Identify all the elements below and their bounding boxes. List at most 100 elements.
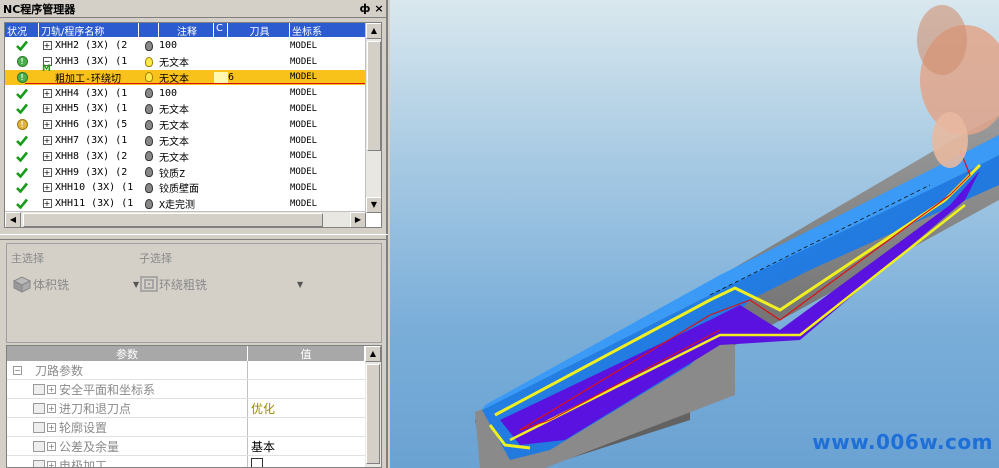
lightbulb-icon[interactable]: [139, 72, 159, 83]
scroll-right-icon[interactable]: ▶: [350, 212, 366, 227]
col-coord[interactable]: 坐标系: [290, 23, 366, 37]
lightbulb-icon[interactable]: [139, 151, 159, 162]
tree-row[interactable]: + XHH8 (3X) (2 无文本 MODEL: [5, 149, 366, 165]
param-row[interactable]: + 电极加工: [7, 456, 381, 468]
expand-toggle-icon[interactable]: +: [39, 151, 55, 161]
expand-toggle-icon[interactable]: +: [39, 41, 55, 51]
expand-toggle-icon[interactable]: +: [39, 88, 55, 98]
expand-icon[interactable]: +: [47, 384, 56, 394]
expand-icon[interactable]: +: [47, 460, 56, 467]
row-coord: MODEL: [290, 167, 318, 178]
tree-header: 状况 刀轨/程序名称 注释 C 刀具 坐标系: [5, 23, 366, 37]
param-scroll-thumb[interactable]: [366, 364, 380, 464]
expand-toggle-icon[interactable]: +: [39, 167, 55, 177]
tree-row[interactable]: + XHH10 (3X) (1 铰质壁面 MODEL: [5, 180, 366, 196]
sub-selection-value: 环绕粗铣: [159, 277, 208, 292]
param-row[interactable]: + 进刀和退刀点 优化: [7, 399, 381, 418]
param-group-icon: [33, 459, 45, 467]
row-coord: MODEL: [290, 119, 318, 130]
tree-row[interactable]: + XHH11 (3X) (1 X走完测 MODEL: [5, 196, 366, 212]
expand-toggle-icon[interactable]: +: [39, 136, 55, 146]
param-row[interactable]: + 安全平面和坐标系: [7, 380, 381, 399]
value-col-header: 值: [248, 346, 365, 361]
row-tool: 6: [228, 71, 235, 83]
checkbox[interactable]: [251, 457, 263, 467]
3d-viewport[interactable]: www.006w.com: [390, 0, 999, 468]
expand-icon[interactable]: +: [47, 441, 56, 451]
param-scrollbar[interactable]: ▲: [365, 346, 381, 467]
lightbulb-icon[interactable]: [139, 167, 159, 178]
param-row[interactable]: + 公差及余量 基本: [7, 437, 381, 456]
panel-splitter[interactable]: [0, 234, 388, 240]
collapse-icon[interactable]: −: [13, 365, 22, 375]
scroll-down-icon[interactable]: ▼: [366, 197, 381, 213]
tree-row[interactable]: + XHH7 (3X) (1 无文本 MODEL: [5, 133, 366, 149]
param-value[interactable]: 基本: [248, 438, 381, 455]
main-selection-label: 主选择: [11, 252, 44, 265]
lightbulb-icon[interactable]: [139, 103, 159, 114]
expand-icon[interactable]: +: [47, 422, 56, 432]
param-key: + 安全平面和坐标系: [7, 380, 248, 398]
tree-row[interactable]: + XHH9 (3X) (2 铰质Z MODEL: [5, 164, 366, 180]
param-value[interactable]: 优化: [248, 400, 381, 417]
tree-row[interactable]: + XHH2 (3X) (2 100 MODEL: [5, 38, 366, 54]
col-name[interactable]: 刀轨/程序名称: [39, 23, 139, 37]
param-label: 安全平面和坐标系: [59, 382, 156, 397]
param-rows: − 刀路参数 + 安全平面和坐标系 + 进刀和退刀点 优化 + 轮廓设置 + 公差及余量 基本 + 电极加…: [7, 361, 381, 468]
param-label: 电极加工: [59, 458, 108, 468]
program-tree: 状况 刀轨/程序名称 注释 C 刀具 坐标系 + XHH2 (3X) (2 100 M…: [4, 22, 382, 228]
param-row[interactable]: − 刀路参数: [7, 361, 381, 380]
close-icon[interactable]: ×: [372, 2, 386, 15]
tree-row[interactable]: ! − XHH3 (3X) (1 无文本 MODEL: [5, 54, 366, 70]
lightbulb-icon[interactable]: [139, 56, 159, 67]
row-coord: MODEL: [290, 182, 318, 193]
scroll-left-icon[interactable]: ◀: [5, 212, 21, 227]
row-name: XHH4 (3X) (1: [55, 87, 128, 99]
volume-mill-icon: [12, 276, 32, 293]
col-tool[interactable]: 刀具: [228, 23, 290, 37]
col-note[interactable]: 注释: [159, 23, 214, 37]
scroll-up-icon[interactable]: ▲: [365, 346, 381, 362]
param-row[interactable]: + 轮廓设置: [7, 418, 381, 437]
lightbulb-icon[interactable]: [139, 198, 159, 209]
expand-toggle-icon[interactable]: +: [39, 104, 55, 114]
param-group-icon: [33, 421, 45, 433]
col-status[interactable]: 状况: [5, 23, 39, 37]
warning-icon: !: [5, 119, 39, 131]
scroll-up-icon[interactable]: ▲: [366, 23, 381, 39]
chevron-down-icon[interactable]: ▼: [297, 280, 303, 289]
warning-icon: !: [5, 56, 39, 68]
scroll-thumb[interactable]: [367, 41, 381, 151]
row-coord: MODEL: [290, 88, 318, 99]
param-value[interactable]: [248, 457, 381, 467]
lightbulb-icon[interactable]: [139, 88, 159, 99]
col-bulb[interactable]: [139, 23, 159, 37]
tree-row[interactable]: ! 粗加工-环绕切 无文本 6 MODEL M: [5, 64, 366, 86]
row-note: 铰质Z: [159, 168, 186, 180]
lightbulb-icon[interactable]: [139, 119, 159, 130]
param-col-header: 参数: [7, 346, 248, 361]
col-c[interactable]: C: [214, 23, 228, 37]
tree-row[interactable]: ! + XHH6 (3X) (5 无文本 MODEL: [5, 117, 366, 133]
expand-toggle-icon[interactable]: +: [39, 120, 55, 130]
row-note: 无文本: [159, 121, 189, 133]
tree-row[interactable]: + XHH4 (3X) (1 100 MODEL: [5, 85, 366, 101]
expand-toggle-icon[interactable]: +: [39, 199, 55, 209]
sub-selection-dropdown[interactable]: 环绕粗铣 ▼: [139, 274, 303, 294]
main-selection-dropdown[interactable]: 体积铣 ▼: [11, 274, 139, 294]
row-name: XHH10 (3X) (1: [55, 182, 134, 194]
check-icon: [5, 103, 39, 115]
lightbulb-icon[interactable]: [139, 182, 159, 193]
hscroll-thumb[interactable]: [23, 213, 323, 227]
pin-icon[interactable]: ф: [358, 2, 372, 15]
row-marker: M: [42, 63, 51, 74]
lightbulb-icon[interactable]: [139, 135, 159, 146]
row-coord: MODEL: [290, 151, 318, 162]
expand-toggle-icon[interactable]: +: [39, 183, 55, 193]
tree-row[interactable]: + XHH5 (3X) (1 无文本 MODEL: [5, 101, 366, 117]
lightbulb-icon[interactable]: [139, 40, 159, 51]
expand-icon[interactable]: +: [47, 403, 56, 413]
tree-horizontal-scrollbar[interactable]: ◀ ▶: [5, 211, 366, 227]
tree-vertical-scrollbar[interactable]: ▲ ▼: [365, 23, 381, 213]
row-note: 无文本: [159, 152, 189, 164]
